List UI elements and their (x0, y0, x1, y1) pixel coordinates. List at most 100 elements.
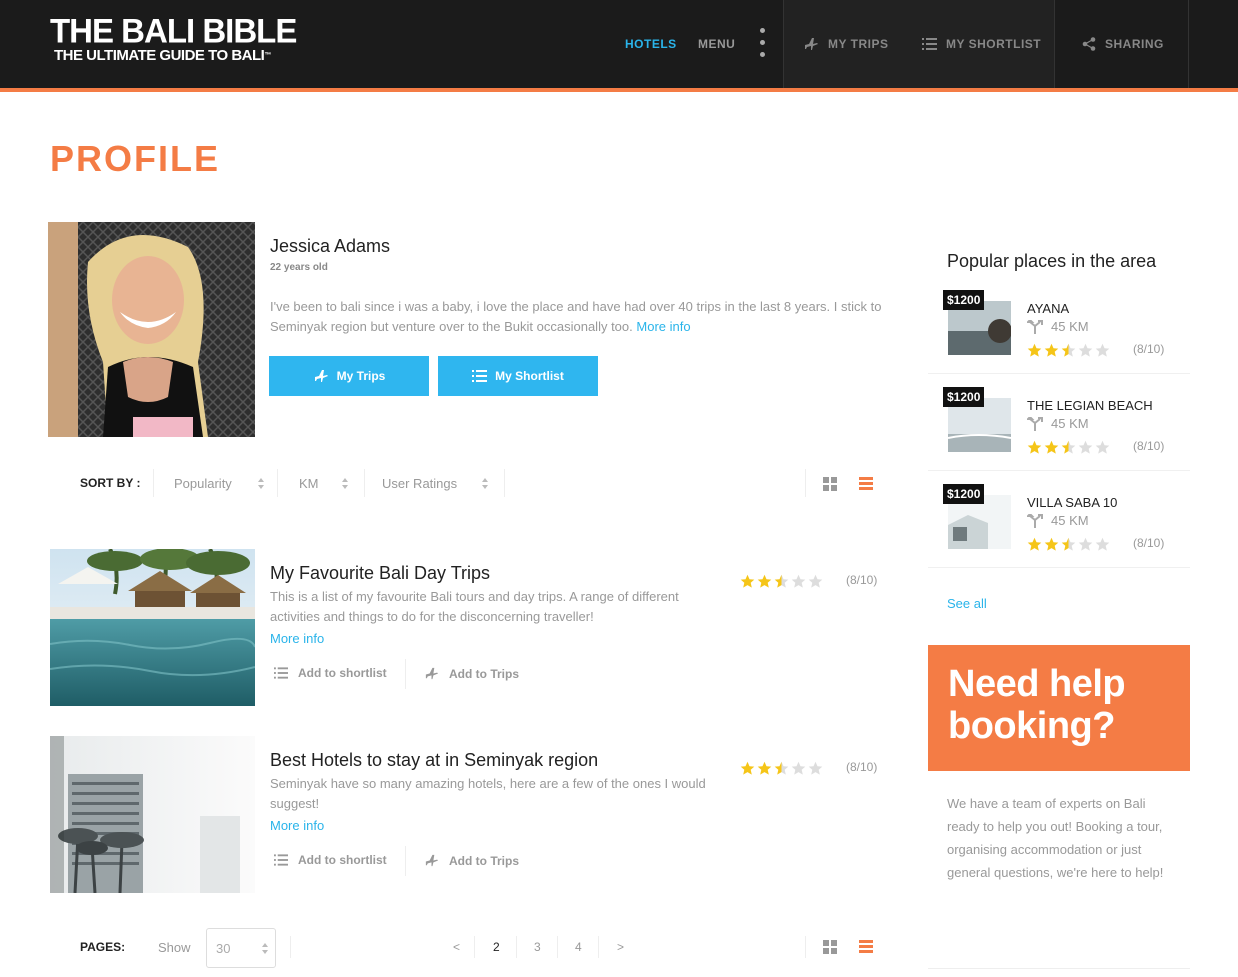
list-icon (922, 38, 937, 50)
add-to-shortlist-label: Add to shortlist (298, 666, 387, 680)
my-trips-button[interactable]: My Trips (269, 356, 429, 396)
header-accent-line (0, 88, 1238, 92)
top-navigation-bar: THE BALI BIBLE THE ULTIMATE GUIDE TO BAL… (0, 0, 1238, 88)
star-icon (1044, 537, 1059, 551)
place-name: VILLA SABA 10 (1027, 495, 1118, 510)
pager-divider (290, 936, 291, 958)
page-2-button[interactable]: 2 (493, 940, 500, 954)
card-image[interactable] (50, 736, 255, 893)
star-icon (1027, 537, 1042, 551)
next-page-button[interactable]: > (617, 940, 624, 954)
per-page-select[interactable]: 30 (206, 928, 276, 968)
nav-sharing-label: SHARING (1105, 37, 1164, 51)
add-to-shortlist-label: Add to shortlist (298, 853, 387, 867)
nav-my-trips[interactable]: MY TRIPS (803, 0, 888, 88)
place-name: AYANA (1027, 301, 1070, 316)
card-title[interactable]: My Favourite Bali Day Trips (270, 563, 490, 584)
plane-icon (805, 38, 818, 50)
sort-bar: SORT BY : Popularity KM User Ratings (50, 466, 883, 500)
card-image[interactable] (50, 549, 255, 706)
share-icon (1082, 37, 1096, 51)
sidebar-divider (928, 968, 1190, 969)
card-more-info-link[interactable]: More info (270, 818, 324, 833)
popular-place-item[interactable]: $1200 THE LEGIAN BEACH 45 KM (8/10) (928, 374, 1190, 471)
add-to-trips-label: Add to Trips (449, 853, 519, 868)
star-icon (740, 574, 755, 588)
place-name: THE LEGIAN BEACH (1027, 398, 1153, 413)
pager-divider (805, 936, 806, 958)
pager-divider (474, 936, 475, 958)
add-to-trips-button[interactable]: Add to Trips (424, 853, 519, 868)
page-3-button[interactable]: 3 (534, 940, 541, 954)
plane-icon (425, 667, 439, 680)
price-badge: $1200 (943, 387, 985, 407)
add-to-shortlist-button[interactable]: Add to shortlist (274, 666, 387, 680)
nav-my-shortlist[interactable]: MY SHORTLIST (922, 0, 1041, 88)
profile-bio-text: I've been to bali since i was a baby, i … (270, 299, 882, 334)
place-rating-stars (1027, 343, 1110, 358)
card-description: This is a list of my favourite Bali tour… (270, 589, 679, 624)
pager-divider (557, 936, 558, 958)
nav-sharing[interactable]: SHARING (1082, 0, 1164, 88)
add-to-shortlist-button[interactable]: Add to shortlist (274, 853, 387, 867)
sort-arrows-icon[interactable] (342, 476, 350, 492)
grid-view-icon[interactable] (823, 940, 837, 954)
star-icon (808, 761, 823, 775)
profile-more-info-link[interactable]: More info (636, 319, 690, 334)
star-icon (1095, 440, 1110, 454)
plane-icon (425, 854, 439, 867)
sort-arrows-icon[interactable] (482, 476, 490, 492)
sort-user-ratings[interactable]: User Ratings (382, 476, 457, 491)
star-icon (1078, 537, 1093, 551)
nav-hotels[interactable]: HOTELS (625, 0, 677, 88)
star-icon (1095, 343, 1110, 357)
select-arrows-icon (262, 941, 270, 957)
card-rating-value: (8/10) (846, 573, 878, 587)
place-distance: 45 KM (1027, 319, 1089, 334)
logo-tagline: THE ULTIMATE GUIDE TO BALI™ (54, 47, 271, 64)
place-rating-value: (8/10) (1133, 536, 1165, 550)
help-description: We have a team of experts on Bali ready … (947, 796, 1164, 880)
see-all-link[interactable]: See all (947, 596, 987, 611)
prev-page-button[interactable]: < (453, 940, 460, 954)
add-to-trips-button[interactable]: Add to Trips (424, 666, 519, 681)
site-logo[interactable]: THE BALI BIBLE THE ULTIMATE GUIDE TO BAL… (50, 13, 297, 64)
nav-menu[interactable]: MENU (698, 0, 735, 88)
list-view-icon[interactable] (859, 940, 873, 954)
place-distance: 45 KM (1027, 513, 1089, 528)
place-distance: 45 KM (1027, 416, 1089, 431)
card-title[interactable]: Best Hotels to stay at in Seminyak regio… (270, 750, 598, 771)
card-rating-value: (8/10) (846, 760, 878, 774)
star-icon (791, 761, 806, 775)
popular-place-item[interactable]: $1200 AYANA 45 KM (8/10) (928, 277, 1190, 374)
action-divider (405, 659, 406, 689)
page-4-button[interactable]: 4 (575, 940, 582, 954)
sort-km[interactable]: KM (299, 476, 319, 491)
place-rating-value: (8/10) (1133, 439, 1165, 453)
sort-divider (364, 469, 365, 497)
card-more-info-link[interactable]: More info (270, 631, 324, 646)
show-label: Show (158, 940, 191, 955)
card-description: Seminyak have so many amazing hotels, he… (270, 776, 706, 811)
grid-view-icon[interactable] (823, 477, 837, 491)
sort-popularity[interactable]: Popularity (174, 476, 232, 491)
my-shortlist-button-label: My Shortlist (495, 369, 564, 383)
card-rating-stars (740, 574, 823, 589)
star-icon (740, 761, 755, 775)
need-help-booking-banner[interactable]: Need help booking? (928, 645, 1190, 771)
list-view-icon[interactable] (859, 477, 873, 491)
directions-icon (1027, 319, 1043, 334)
more-menu-icon[interactable] (760, 28, 766, 60)
page-title: PROFILE (50, 138, 221, 179)
my-shortlist-button[interactable]: My Shortlist (438, 356, 598, 396)
directions-icon (1027, 416, 1043, 431)
place-rating-stars (1027, 537, 1110, 552)
popular-place-item[interactable]: $1200 VILLA SABA 10 45 KM (8/10) (928, 471, 1190, 568)
sort-arrows-icon[interactable] (258, 476, 266, 492)
list-icon (274, 667, 288, 679)
sort-divider (805, 469, 806, 497)
sort-divider (277, 469, 278, 497)
nav-my-trips-label: MY TRIPS (828, 37, 889, 51)
nav-divider (1188, 0, 1189, 88)
price-badge: $1200 (943, 290, 985, 310)
